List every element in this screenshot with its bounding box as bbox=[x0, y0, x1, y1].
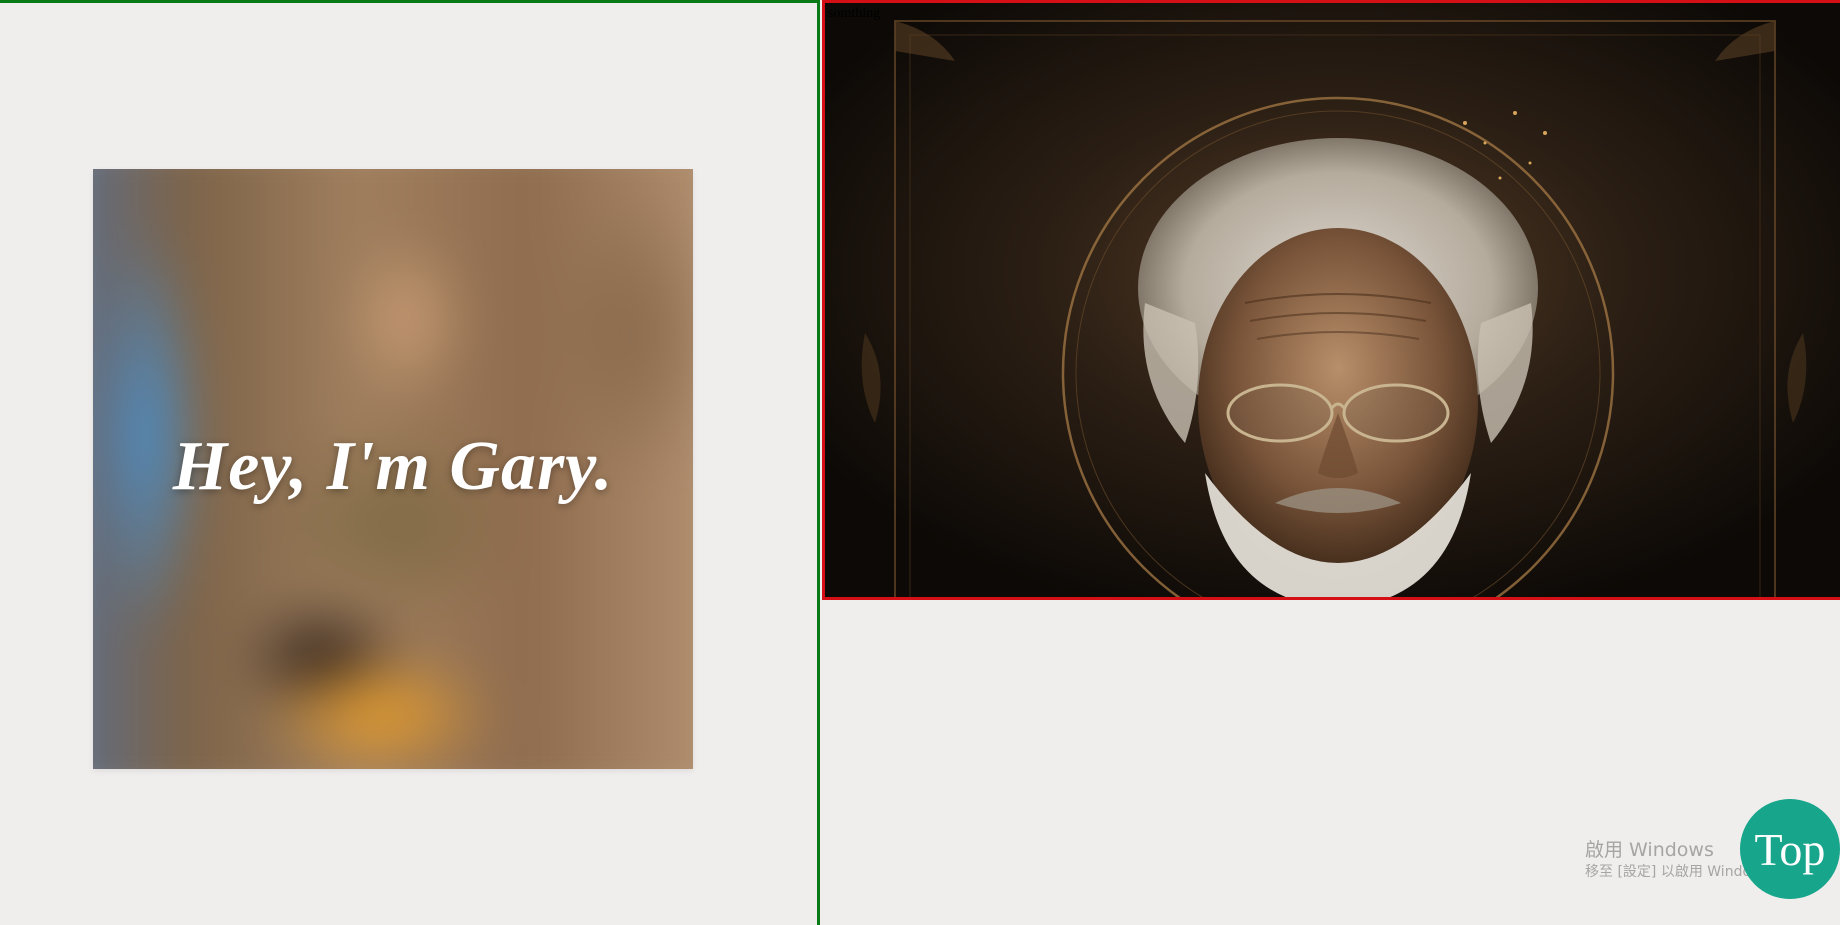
top-button-label: Top bbox=[1754, 823, 1826, 875]
back-to-top-button[interactable]: Top bbox=[1740, 799, 1840, 899]
hero-card: Hey, I'm Gary. bbox=[93, 169, 693, 769]
old-man-portrait-image bbox=[825, 3, 1840, 597]
frame-caption: somthing bbox=[828, 6, 881, 21]
left-panel: Hey, I'm Gary. bbox=[0, 0, 820, 925]
portrait-frame: somthing bbox=[822, 0, 1840, 600]
hero-title: Hey, I'm Gary. bbox=[172, 428, 614, 505]
